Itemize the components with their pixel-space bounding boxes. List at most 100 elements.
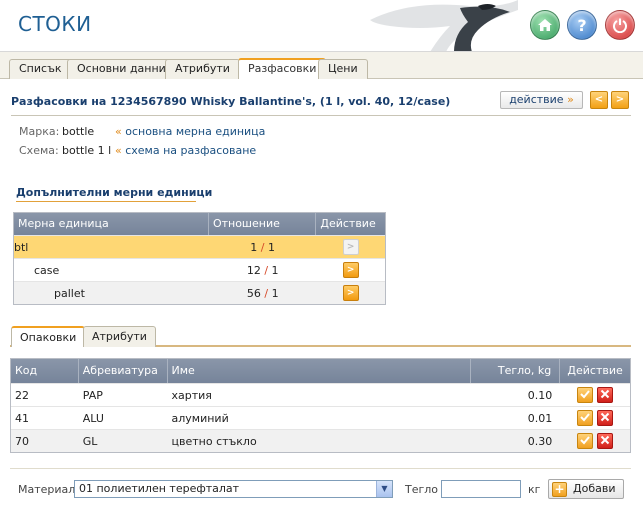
- close-icon: [600, 389, 610, 399]
- tab-list[interactable]: Списък: [9, 59, 72, 79]
- unit-name: pallet: [54, 286, 85, 300]
- pack-name: цветно стъкло: [171, 434, 257, 448]
- material-select[interactable]: 01 полиетилен терефталат ▼: [74, 480, 393, 498]
- material-selected-value: 01 полиетилен терефталат: [79, 482, 240, 495]
- edit-button[interactable]: [577, 433, 594, 449]
- chevron-right-icon: >: [615, 94, 625, 105]
- pack-weight: 0.10: [527, 388, 553, 402]
- plus-icon: +: [552, 482, 567, 497]
- units-table: Мерна единица Отношение Действие btl 1 /…: [13, 212, 386, 305]
- help-icon: ?: [577, 15, 587, 35]
- edit-button[interactable]: [577, 410, 594, 426]
- add-button[interactable]: + Добави: [548, 479, 624, 499]
- col-name: Име: [168, 359, 472, 383]
- base-unit-link-label: основна мерна единица: [125, 125, 266, 138]
- brand-label: Марка:: [19, 125, 60, 138]
- chevron-right-icon: >: [346, 265, 355, 275]
- home-button[interactable]: [530, 10, 560, 40]
- tab-packaging[interactable]: Разфасовки: [238, 58, 327, 79]
- col-action: Действие: [567, 364, 623, 377]
- subtab-attributes[interactable]: Атрибути: [83, 326, 156, 347]
- units-section-title: Допълнителни мерни единици: [16, 186, 213, 199]
- go-unit-button[interactable]: >: [342, 285, 359, 301]
- add-button-label: Добави: [573, 482, 616, 495]
- table-row: 41 ALU алуминий 0.01: [11, 406, 630, 429]
- logout-button[interactable]: [605, 10, 635, 40]
- check-icon: [580, 390, 590, 399]
- chevron-left-icon: <: [594, 94, 604, 105]
- delete-button[interactable]: [597, 410, 614, 426]
- packaging-scheme-link-label: схема на разфасоване: [125, 144, 257, 157]
- brand-value: bottle: [62, 125, 95, 138]
- sub-tabs: Опаковки Атрибути: [10, 325, 631, 347]
- check-icon: [580, 436, 590, 445]
- next-record-button[interactable]: >: [611, 91, 629, 109]
- scheme-label: Схема:: [19, 144, 59, 157]
- pack-abbr: GL: [82, 434, 98, 448]
- tab-attributes[interactable]: Атрибути: [165, 59, 240, 79]
- subtab-packages[interactable]: Опаковки: [11, 326, 86, 347]
- action-dropdown-button[interactable]: действие »: [500, 91, 583, 109]
- app-title: СТОКИ: [18, 12, 92, 36]
- app-header: СТОКИ ?: [0, 0, 643, 52]
- col-ratio: Отношение: [209, 213, 317, 235]
- home-icon: [538, 19, 552, 31]
- action-label: действие: [509, 93, 564, 106]
- pack-code: 70: [15, 434, 29, 448]
- page-title: Разфасовки на 1234567890 Whisky Ballanti…: [11, 95, 451, 108]
- base-unit-link[interactable]: « основна мерна единица: [115, 125, 265, 138]
- pack-name: алуминий: [171, 411, 229, 425]
- form-divider: [10, 468, 631, 469]
- unit-name: case: [34, 263, 60, 277]
- close-icon: [600, 412, 610, 422]
- close-icon: [600, 435, 610, 445]
- go-unit-button[interactable]: >: [342, 239, 359, 255]
- link-mark-icon: «: [115, 144, 122, 157]
- pack-weight: 0.01: [527, 411, 553, 425]
- units-row[interactable]: btl 1 / 1 >: [14, 235, 385, 258]
- pack-abbr: ALU: [82, 411, 104, 425]
- col-weight: Тегло, kg: [471, 359, 561, 383]
- tab-prices[interactable]: Цени: [318, 59, 368, 79]
- main-tabs: Списък Основни данни Атрибути Разфасовки…: [0, 52, 643, 79]
- table-row: 70 GL цветно стъкло 0.30: [11, 429, 630, 452]
- delete-button[interactable]: [597, 387, 614, 403]
- units-row[interactable]: pallet 56 / 1 >: [14, 281, 385, 304]
- packaging-table: Код Абревиатура Име Тегло, kg Действие 2…: [10, 358, 631, 453]
- chevron-down-icon[interactable]: ▼: [376, 481, 392, 497]
- col-action: Действие: [320, 217, 376, 230]
- power-icon: [613, 18, 627, 33]
- title-divider: [11, 115, 631, 116]
- col-abbr: Абревиатура: [79, 359, 168, 383]
- table-row: 22 PAP хартия 0.10: [11, 383, 630, 406]
- pack-abbr: PAP: [82, 388, 103, 402]
- chevron-right-icon: >: [346, 242, 355, 252]
- unit-ratio: 56 / 1: [246, 286, 279, 300]
- units-row[interactable]: case 12 / 1 >: [14, 258, 385, 281]
- pack-code: 41: [15, 411, 29, 425]
- chevron-right-icon: »: [567, 93, 574, 106]
- check-icon: [580, 413, 590, 422]
- unit-ratio: 12 / 1: [246, 263, 279, 277]
- units-section-underline: [16, 201, 196, 202]
- prev-record-button[interactable]: <: [590, 91, 608, 109]
- weight-unit-label: кг: [528, 483, 541, 496]
- tab-main-data[interactable]: Основни данни: [67, 59, 176, 79]
- packaging-scheme-link[interactable]: « схема на разфасоване: [115, 144, 256, 157]
- go-unit-button[interactable]: >: [342, 262, 359, 278]
- edit-button[interactable]: [577, 387, 594, 403]
- link-mark-icon: «: [115, 125, 122, 138]
- pack-name: хартия: [171, 388, 212, 402]
- material-label: Материал: [18, 483, 76, 496]
- weight-input[interactable]: [441, 480, 521, 498]
- unit-name: btl: [14, 240, 29, 254]
- bird-logo-icon: [370, 0, 518, 51]
- weight-label: Тегло: [405, 483, 439, 496]
- unit-ratio: 1 / 1: [250, 240, 276, 254]
- col-unit: Мерна единица: [14, 213, 209, 235]
- chevron-right-icon: >: [346, 288, 355, 298]
- delete-button[interactable]: [597, 433, 614, 449]
- help-button[interactable]: ?: [567, 10, 597, 40]
- col-code: Код: [11, 359, 79, 383]
- units-table-header: Мерна единица Отношение Действие: [14, 213, 385, 235]
